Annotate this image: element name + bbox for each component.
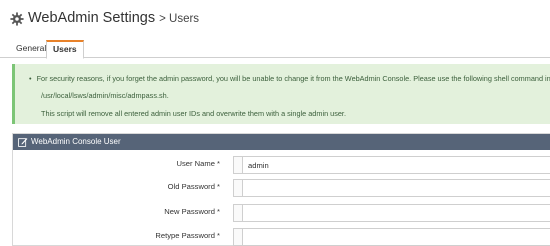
form-row-old-password: Old Password * bbox=[13, 179, 550, 197]
alert-message: For security reasons, if you forget the … bbox=[29, 74, 550, 83]
page-title: WebAdmin Settings > Users bbox=[28, 10, 199, 26]
form-row-username: User Name * bbox=[13, 156, 550, 174]
old-password-input[interactable] bbox=[248, 181, 548, 195]
input-addon bbox=[234, 157, 243, 173]
form-row-retype-password: Retype Password * bbox=[13, 228, 550, 246]
edit-icon[interactable] bbox=[18, 137, 28, 147]
new-password-input[interactable] bbox=[248, 206, 548, 220]
old-password-field-wrapper bbox=[233, 179, 550, 197]
form-row-new-password: New Password * bbox=[13, 204, 550, 222]
console-user-panel: WebAdmin Console User User Name * Old Pa… bbox=[12, 133, 550, 246]
breadcrumb: > Users bbox=[159, 13, 200, 25]
security-alert: For security reasons, if you forget the … bbox=[12, 64, 550, 124]
username-input[interactable] bbox=[248, 158, 548, 172]
alert-command: /usr/local/lsws/admin/misc/admpass.sh. bbox=[41, 91, 169, 100]
panel-title: WebAdmin Console User bbox=[31, 137, 121, 146]
page-header: WebAdmin Settings > Users bbox=[0, 0, 550, 38]
page-title-main: WebAdmin Settings bbox=[28, 10, 156, 26]
username-field-wrapper bbox=[233, 156, 550, 174]
retype-password-input[interactable] bbox=[248, 230, 548, 244]
input-addon bbox=[234, 180, 243, 196]
username-label: User Name * bbox=[176, 159, 220, 168]
retype-password-field-wrapper bbox=[233, 228, 550, 246]
input-addon bbox=[234, 229, 243, 245]
panel-header: WebAdmin Console User bbox=[13, 134, 550, 150]
tab-bar: General Users bbox=[0, 40, 550, 59]
alert-note: This script will remove all entered admi… bbox=[41, 109, 346, 118]
new-password-label: New Password * bbox=[164, 207, 220, 216]
gear-icon bbox=[10, 12, 24, 26]
tab-users[interactable]: Users bbox=[46, 40, 84, 59]
input-addon bbox=[234, 205, 243, 221]
old-password-label: Old Password * bbox=[167, 182, 220, 191]
new-password-field-wrapper bbox=[233, 204, 550, 222]
retype-password-label: Retype Password * bbox=[155, 231, 220, 240]
